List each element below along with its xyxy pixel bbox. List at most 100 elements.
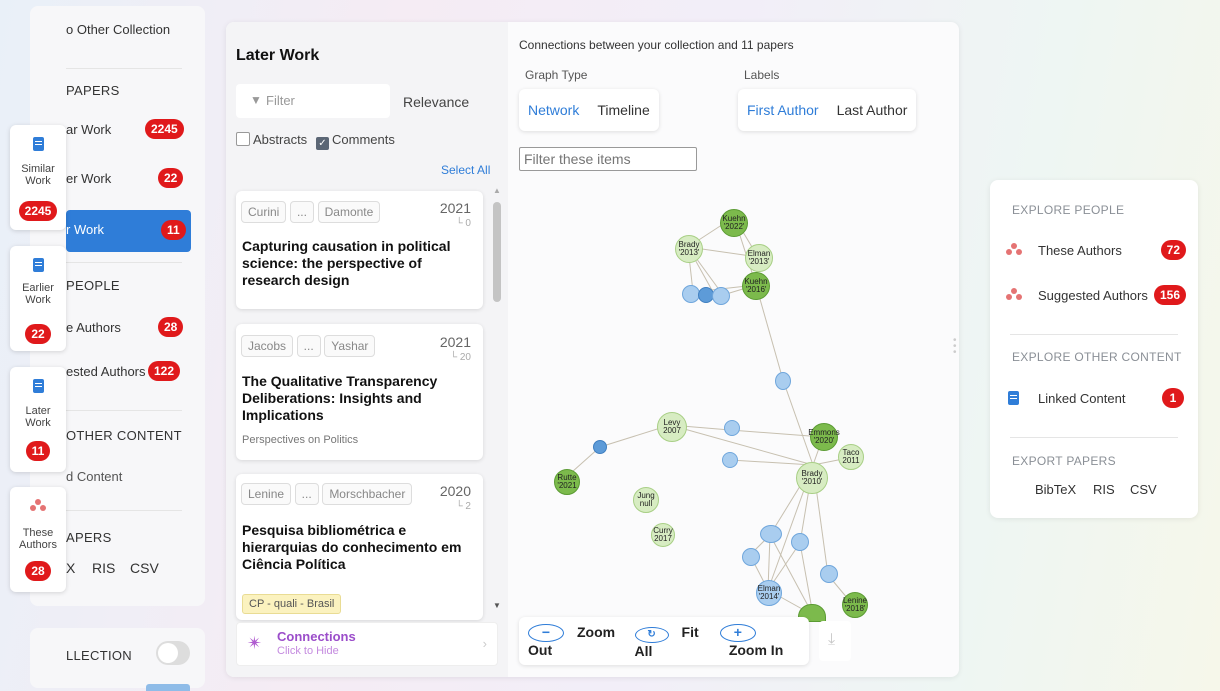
author-chip[interactable]: Curini (241, 201, 287, 223)
graph-node-small[interactable] (760, 525, 782, 543)
later-work-count: 11 (161, 220, 186, 240)
graph-node[interactable]: Elman '2013' (745, 244, 773, 272)
export-csv-button[interactable]: CSV (1130, 482, 1157, 497)
sidebar-item-linked-content[interactable]: d Content (66, 469, 122, 484)
these-authors-link[interactable]: These Authors 72 (1006, 240, 1186, 262)
zoom-toolbar: − Zoom Out ↻ Fit All +Zoom In (519, 617, 809, 665)
suggested-authors-count: 122 (148, 361, 181, 381)
paper-journal: Perspectives on Politics (242, 434, 359, 446)
abstracts-checkbox[interactable]: Abstracts (236, 132, 307, 147)
graph-node[interactable]: Levy 2007 (657, 412, 687, 442)
filter-icon: ▼ (250, 93, 262, 107)
graph-node[interactable]: Rutte '2021 (554, 469, 580, 495)
author-ellipsis[interactable]: ... (289, 201, 314, 223)
rail-label: Later Work (25, 405, 51, 429)
graph-node-small[interactable] (742, 548, 760, 566)
collection-label: LLECTION (66, 648, 132, 663)
plus-icon: + (719, 624, 756, 642)
export-ris-button[interactable]: RIS (1093, 482, 1115, 497)
graph-node[interactable]: Emmons '2020' (808, 423, 840, 451)
graph-type-timeline[interactable]: Timeline (588, 102, 658, 118)
author-chip[interactable]: Yashar (324, 335, 376, 357)
rail-later-work[interactable]: Later Work 11 (10, 367, 66, 472)
rail-these-authors[interactable]: These Authors 28 (10, 487, 66, 592)
sidebar-item-later-work[interactable]: r Work (66, 222, 104, 237)
graph-node-small[interactable] (712, 287, 730, 305)
graph-node[interactable]: Kuehn '2022' (720, 209, 748, 237)
graph-node-small[interactable] (724, 420, 740, 436)
filter-input[interactable]: Filter (266, 93, 295, 108)
graph-node[interactable]: Kuehn '2016' (742, 272, 770, 300)
label-first-author[interactable]: First Author (738, 102, 828, 118)
rail-similar-work[interactable]: Similar Work 2245 (10, 125, 66, 230)
export-bibtex-button[interactable]: BibTeX (1035, 482, 1076, 497)
graph-node[interactable]: Lenine '2018' (842, 592, 868, 618)
filter-box[interactable]: ▼ Filter (236, 84, 390, 118)
graph-node-small[interactable] (820, 565, 838, 583)
explore-people-heading: EXPLORE PEOPLE (1012, 203, 1125, 217)
rail-earlier-work[interactable]: Earlier Work 22 (10, 246, 66, 351)
author-chip[interactable]: Morschbacher (322, 483, 413, 505)
paper-card[interactable]: Jacobs ... Yashar 2021 └ 20 The Qualitat… (236, 324, 483, 460)
linked-content-link[interactable]: Linked Content 1 (1006, 388, 1184, 410)
paper-card[interactable]: Curini ... Damonte 2021 └ 0 Capturing ca… (236, 191, 483, 309)
export-csv[interactable]: CSV (130, 560, 159, 576)
paper-card[interactable]: Lenine ... Morschbacher 2020 └ 2 Pesquis… (236, 474, 483, 620)
labels-toggle[interactable]: First Author Last Author (738, 89, 917, 131)
author-chip[interactable]: Lenine (241, 483, 292, 505)
author-ellipsis[interactable]: ... (294, 483, 319, 505)
download-button[interactable]: ⤓ (819, 621, 851, 661)
sidebar-item-suggested-authors[interactable]: ested Authors (66, 364, 146, 379)
author-chip[interactable]: Jacobs (241, 335, 294, 357)
rail-count: 11 (25, 441, 51, 461)
graph-node-small[interactable] (775, 372, 791, 390)
chevron-right-icon: › (482, 636, 487, 651)
panel-resize-handle[interactable]: • • • (953, 336, 957, 358)
graph-node[interactable]: Elman '2014' (756, 580, 782, 606)
author-ellipsis[interactable]: ... (296, 335, 321, 357)
graph-type-toggle[interactable]: Network Timeline (519, 89, 659, 131)
label-last-author[interactable]: Last Author (828, 102, 917, 118)
collection-extra-button[interactable] (146, 684, 190, 691)
graph-node[interactable]: Brady '2013' (675, 235, 703, 263)
sidebar-item-earlier-work[interactable]: er Work (66, 171, 111, 186)
sort-select[interactable]: Relevance (403, 94, 469, 110)
sidebar-item-these-authors[interactable]: e Authors (66, 320, 121, 335)
scroll-up-icon[interactable]: ▲ (493, 186, 501, 195)
rail-count: 28 (25, 561, 51, 581)
paper-year: 2021 (439, 200, 471, 216)
graph-node-small[interactable] (593, 440, 607, 454)
author-chip[interactable]: Damonte (317, 201, 381, 223)
graph-node[interactable]: Brady '2010' (796, 462, 828, 494)
graph-node-small[interactable] (791, 533, 809, 551)
graph-filter-input[interactable] (519, 147, 697, 171)
comments-checkbox[interactable]: ✓ Comments (316, 132, 395, 150)
list-scrollbar[interactable]: ▲ ▼ (491, 186, 503, 610)
graph-node[interactable]: Jung null (633, 487, 659, 513)
sidebar-item-similar-work[interactable]: ar Work (66, 122, 111, 137)
zoom-out-button[interactable]: − Zoom Out (519, 624, 626, 658)
graph-node[interactable]: Curry 2017 (651, 523, 675, 547)
linked-content-count: 1 (1162, 388, 1184, 408)
rail-label: Similar Work (21, 163, 55, 187)
document-icon (32, 258, 44, 272)
graph-node-small[interactable] (722, 452, 738, 468)
graph-node[interactable]: Taco 2011 (838, 444, 864, 470)
zoom-in-button[interactable]: +Zoom In (711, 624, 809, 658)
export-bibtex[interactable]: X (66, 560, 75, 576)
fit-all-button[interactable]: ↻ Fit All (626, 624, 711, 659)
connections-toggle[interactable]: ✴ Connections Click to Hide › (236, 622, 498, 666)
suggested-authors-link[interactable]: Suggested Authors 156 (1006, 285, 1186, 307)
scroll-down-icon[interactable]: ▼ (493, 601, 501, 610)
paper-title[interactable]: The Qualitative Transparency Deliberatio… (242, 373, 477, 424)
scroll-thumb[interactable] (493, 202, 501, 302)
add-to-other-collection[interactable]: o Other Collection (66, 22, 170, 37)
paper-tag[interactable]: CP - quali - Brasil (242, 594, 342, 614)
download-icon: ⤓ (828, 631, 836, 648)
export-ris[interactable]: RIS (92, 560, 115, 576)
collection-toggle[interactable] (156, 641, 190, 665)
graph-type-network[interactable]: Network (519, 102, 588, 118)
paper-title[interactable]: Pesquisa bibliométrica e hierarquias do … (242, 522, 482, 573)
paper-title[interactable]: Capturing causation in political science… (242, 238, 477, 289)
select-all-link[interactable]: Select All (441, 163, 490, 177)
